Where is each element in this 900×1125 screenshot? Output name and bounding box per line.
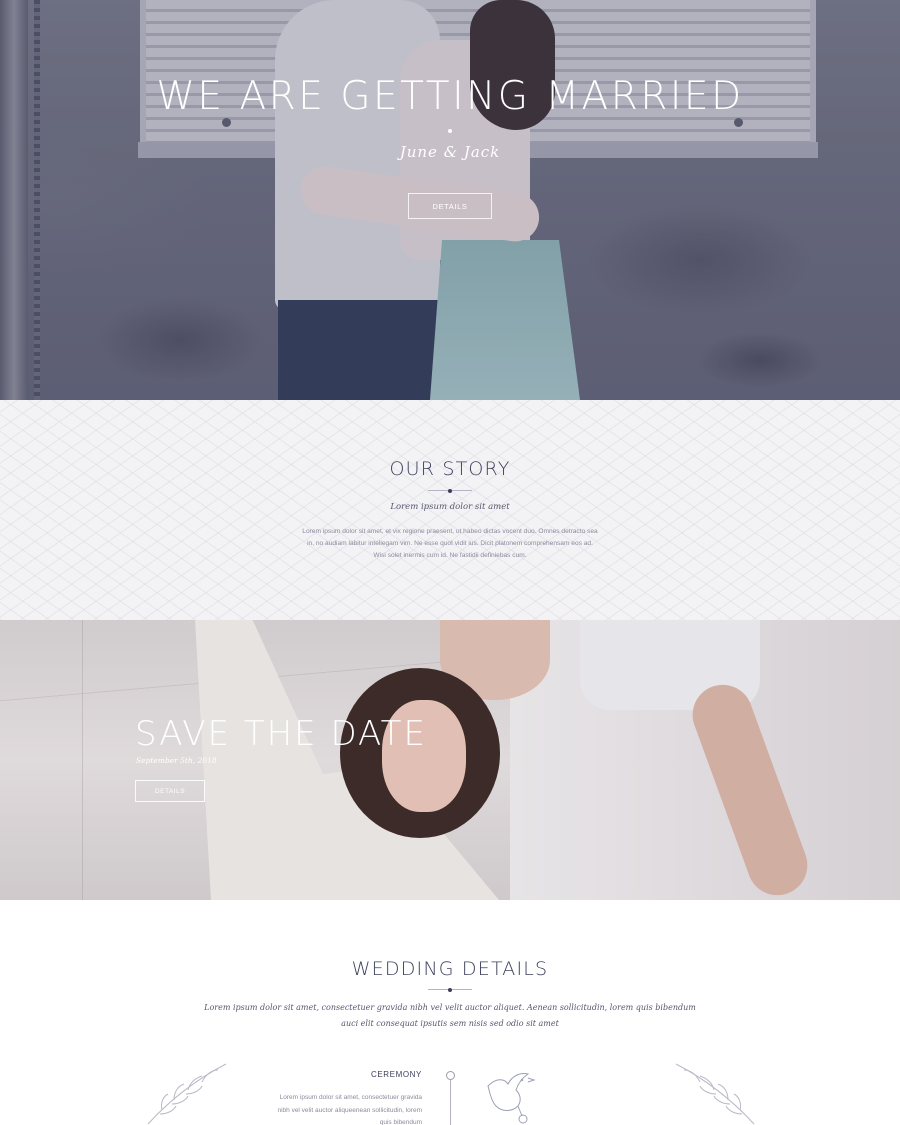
our-story-section: OUR STORY Lorem ipsum dolor sit amet Lor… <box>0 400 900 620</box>
ceremony-body: Lorem ipsum dolor sit amet, consectetuer… <box>277 1094 422 1125</box>
wedding-details-intro: Lorem ipsum dolor sit amet, consectetuer… <box>204 1003 696 1028</box>
save-the-date-section: SAVE THE DATE September 5th, 2018 DETAIL… <box>0 620 900 900</box>
hero-divider-dot <box>448 129 452 133</box>
hero-title: WE ARE GETTING MARRIED <box>156 74 744 119</box>
our-story-divider-dot <box>448 488 452 493</box>
wedding-details-divider-dot <box>448 987 452 992</box>
wedding-details-title: WEDDING DETAILS <box>351 958 549 980</box>
our-story-subtitle: Lorem ipsum dolor sit amet <box>390 502 510 512</box>
save-the-date-title: SAVE THE DATE <box>135 714 427 754</box>
timeline-line <box>450 1078 451 1125</box>
save-the-date-date: September 5th, 2018 <box>136 756 217 765</box>
save-the-date-overlay <box>0 620 900 900</box>
ceremony-title: CEREMONY <box>370 1070 422 1079</box>
save-the-date-details-button[interactable]: DETAILS <box>135 780 205 802</box>
hero-details-button[interactable]: DETAILS <box>408 193 492 219</box>
branch-left-icon <box>147 1063 227 1125</box>
dove-with-rings-icon <box>487 1073 536 1124</box>
timeline-dot <box>446 1071 455 1080</box>
branch-right-icon <box>675 1063 755 1125</box>
our-story-body: Lorem ipsum dolor sit amet, et vix regio… <box>302 528 598 559</box>
hero-couple-names: June & Jack <box>399 143 501 161</box>
our-story-title: OUR STORY <box>389 458 511 480</box>
hero-section: WE ARE GETTING MARRIED June & Jack DETAI… <box>0 0 900 400</box>
wedding-details-section: WEDDING DETAILS Lorem ipsum dolor sit am… <box>0 900 900 1125</box>
